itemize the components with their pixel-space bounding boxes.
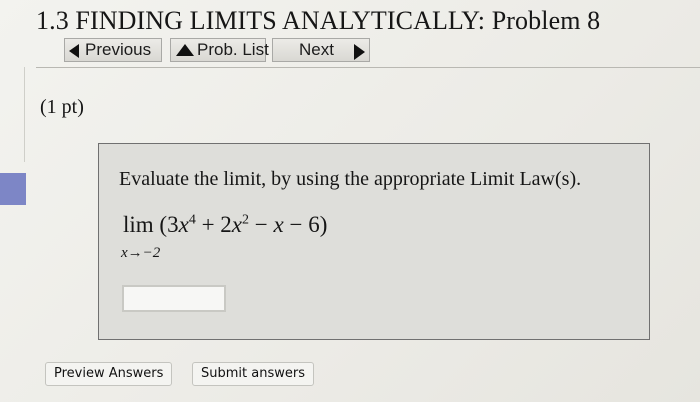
arrow-right-icon (354, 44, 365, 60)
problem-prompt: Evaluate the limit, by using the appropr… (119, 168, 582, 190)
expression-mid: + 2 (195, 212, 232, 237)
next-label: Next (299, 40, 334, 59)
prob-list-label: Prob. List (197, 40, 269, 59)
variable-x: x (273, 212, 284, 237)
variable-x: x (231, 212, 243, 237)
next-button[interactable]: Next (272, 38, 370, 62)
exponent-4: 4 (188, 212, 196, 228)
answer-input[interactable] (122, 285, 226, 312)
arrow-left-icon (69, 44, 79, 58)
limit-operator: lim (123, 212, 154, 237)
page-title: 1.3 FINDING LIMITS ANALYTICALLY: Problem… (36, 6, 601, 35)
previous-button[interactable]: Previous (64, 38, 162, 62)
limit-subscript: x→−2 (121, 245, 161, 261)
header-divider (36, 67, 700, 68)
variable-x: x (178, 212, 189, 237)
expression-minus: − (249, 212, 274, 237)
previous-label: Previous (85, 40, 152, 59)
arrow-up-icon (176, 44, 194, 56)
preview-answers-button[interactable]: Preview Answers (45, 362, 173, 386)
prob-list-button[interactable]: Prob. List (170, 38, 269, 62)
expression-tail: − 6) (283, 212, 328, 237)
problem-box: Evaluate the limit, by using the appropr… (98, 143, 650, 340)
expression-open: (3 (153, 212, 179, 237)
problem-points: (1 pt) (40, 96, 84, 118)
sidebar-tab[interactable] (0, 173, 26, 205)
limit-expression: lim (3x4 + 2x2 − x − 6) (123, 212, 327, 238)
exponent-2: 2 (242, 212, 250, 228)
submit-answers-button[interactable]: Submit answers (192, 362, 314, 386)
sidebar-divider (24, 67, 25, 162)
